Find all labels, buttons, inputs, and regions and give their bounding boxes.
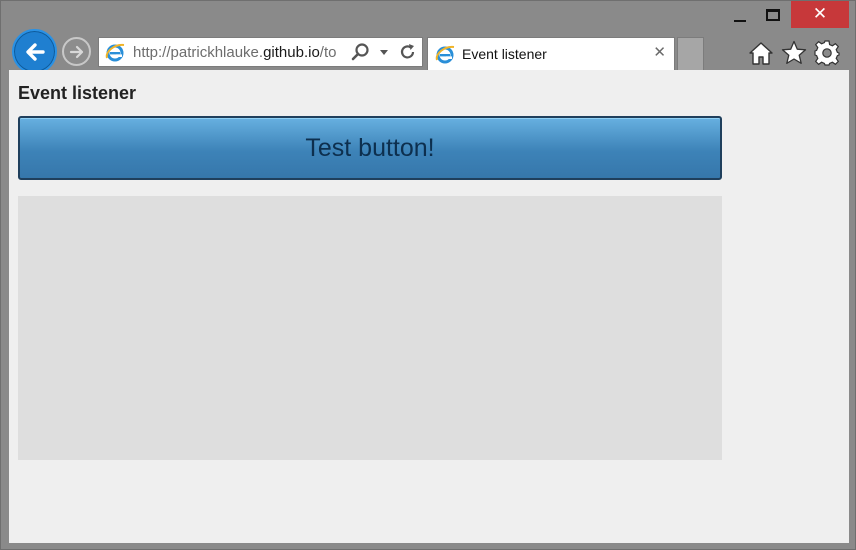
url-prefix: http://patrickhlauke. [133, 43, 264, 61]
minimize-icon [734, 20, 746, 22]
page-viewport: Event listener Test button! [9, 70, 849, 543]
forward-button[interactable] [62, 37, 91, 66]
favorites-star-icon[interactable] [780, 39, 807, 66]
url-suffix: /to [319, 43, 337, 61]
url-text[interactable]: http://patrickhlauke.github.io/to [133, 44, 350, 61]
address-bar[interactable]: http://patrickhlauke.github.io/to [98, 37, 423, 67]
url-domain: github.io [263, 43, 320, 61]
back-button[interactable] [12, 29, 57, 74]
internet-explorer-icon [105, 43, 125, 62]
settings-gear-icon[interactable] [813, 39, 840, 66]
minimize-button[interactable] [726, 1, 754, 29]
forward-arrow-icon [69, 45, 83, 58]
page-title: Event listener [18, 83, 137, 103]
tab-title: Event listener [462, 46, 547, 62]
close-icon: ✕ [812, 4, 828, 24]
maximize-icon [766, 9, 780, 21]
close-window-button[interactable]: ✕ [791, 1, 849, 28]
refresh-icon[interactable] [398, 42, 418, 62]
back-arrow-icon [25, 42, 45, 61]
maximize-button[interactable] [759, 1, 787, 29]
tab-close-icon[interactable]: ✕ [653, 45, 666, 60]
search-icon[interactable] [350, 42, 370, 62]
new-tab-button[interactable] [677, 37, 704, 70]
event-output-area [18, 196, 722, 460]
home-icon[interactable] [747, 39, 774, 66]
internet-explorer-icon [435, 45, 455, 64]
tab-event-listener[interactable]: Event listener ✕ [427, 37, 675, 70]
dropdown-arrow-icon[interactable] [374, 42, 394, 62]
browser-window: ✕ http://patrickhlauke.github.io/to Even… [0, 0, 856, 550]
test-button[interactable]: Test button! [18, 116, 722, 180]
